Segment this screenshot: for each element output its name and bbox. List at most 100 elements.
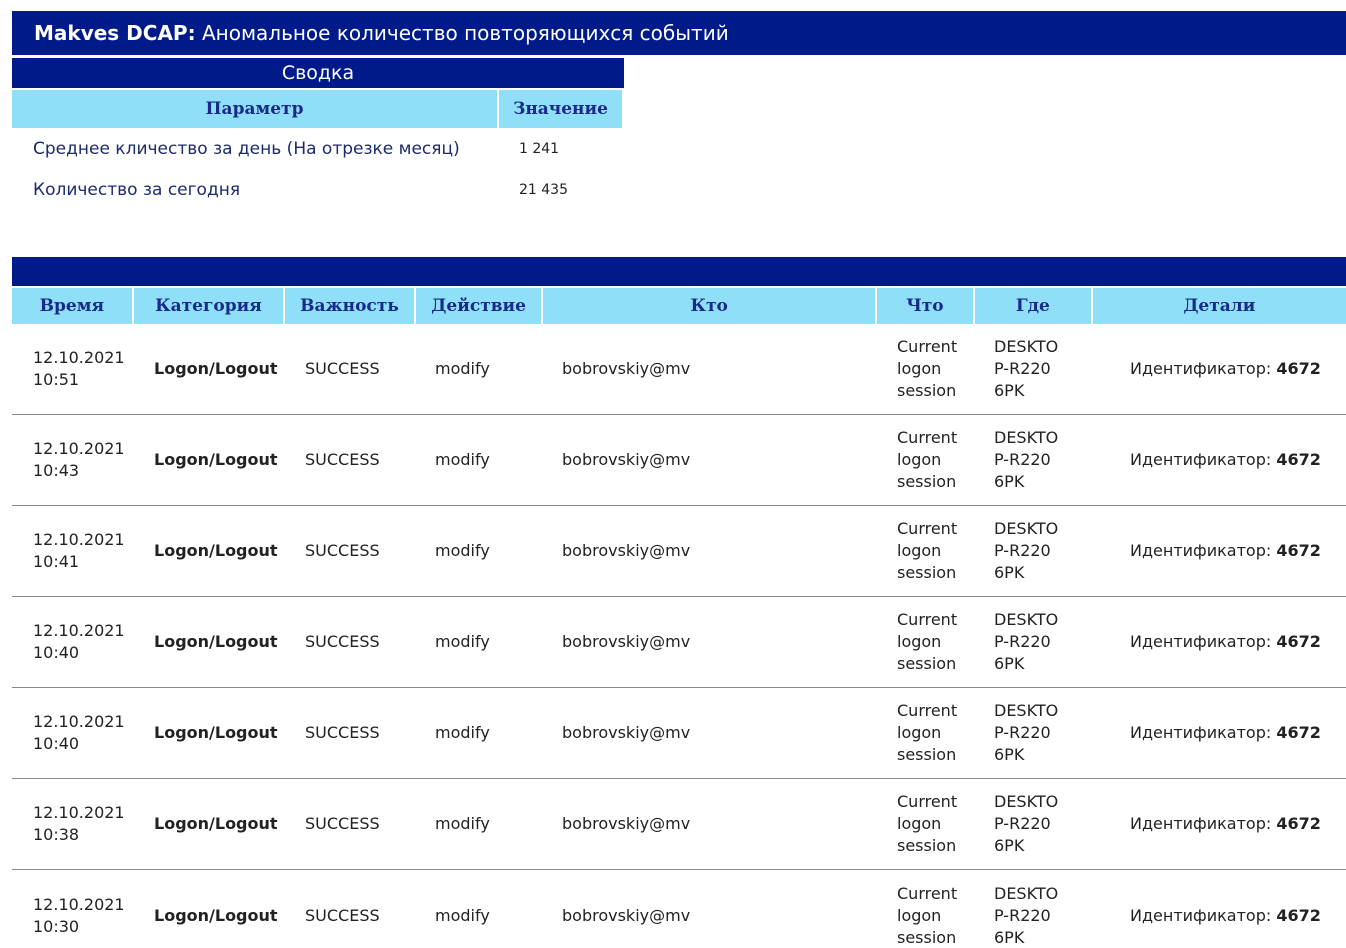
- cell-what: Current logon session: [897, 701, 958, 764]
- cell-severity: SUCCESS: [305, 632, 380, 651]
- cell-date-text: 12.10.2021: [33, 621, 125, 640]
- cell-time-text: 10:41: [33, 552, 80, 571]
- details-label: Идентификатор:: [1130, 632, 1277, 651]
- events-table-body: 12.10.2021 10:51 Logon/Logout SUCCESS modify…: [12, 324, 1346, 948]
- table-row: 12.10.2021 10:30 Logon/Logout SUCCESS modify…: [12, 870, 1346, 948]
- cell-severity: SUCCESS: [305, 541, 380, 560]
- events-caption-bar: [12, 257, 1346, 286]
- cell-date-text: 12.10.2021: [33, 894, 125, 914]
- cell-who: bobrovskiy@mv: [562, 450, 691, 469]
- report-title: Аномальное количество повторяющихся собы…: [195, 21, 729, 45]
- cell-who: bobrovskiy@mv: [562, 541, 691, 560]
- details-label: Идентификатор:: [1130, 450, 1277, 469]
- cell-time-text: 10:51: [33, 370, 80, 389]
- details-id: 4672: [1276, 723, 1321, 742]
- details-label: Идентификатор:: [1130, 905, 1277, 925]
- summary-row: Количество за сегодня 21 435: [12, 169, 624, 210]
- cell-date-text: 12.10.2021: [33, 530, 125, 549]
- cell-time: 12.10.2021 10:40: [12, 711, 133, 755]
- events-header-row: Время Категория Важность Действие Кто Чт…: [12, 288, 1346, 324]
- summary-header-param: Параметр: [12, 90, 497, 128]
- table-row: 12.10.2021 10:51 Logon/Logout SUCCESS modify…: [12, 324, 1346, 415]
- report-title-bar: Makves DCAP: Аномальное количество повто…: [12, 11, 1346, 55]
- cell-where: DESKTOP-R2206PK: [994, 883, 1059, 947]
- summary-value: 21 435: [519, 181, 568, 198]
- cell-category: Logon/Logout: [154, 723, 278, 742]
- details-id: 4672: [1276, 541, 1321, 560]
- col-header-what: Что: [876, 288, 973, 324]
- cell-details: Идентификатор: 4672: [1090, 540, 1346, 562]
- cell-category: Logon/Logout: [154, 632, 278, 651]
- summary-table: Сводка Параметр Значение Среднее кличест…: [12, 58, 624, 210]
- cell-date-text: 12.10.2021: [33, 348, 125, 367]
- cell-time-text: 10:30: [33, 916, 80, 936]
- details-label: Идентификатор:: [1130, 359, 1277, 378]
- summary-param: Среднее кличество за день (На отрезке ме…: [33, 138, 460, 159]
- cell-action: modify: [435, 814, 490, 833]
- cell-who: bobrovskiy@mv: [562, 723, 691, 742]
- cell-category: Logon/Logout: [154, 450, 278, 469]
- cell-action: modify: [435, 905, 490, 925]
- cell-what: Current logon session: [897, 610, 958, 673]
- cell-action: modify: [435, 723, 490, 742]
- col-header-who: Кто: [543, 288, 875, 324]
- table-row: 12.10.2021 10:43 Logon/Logout SUCCESS modify…: [12, 415, 1346, 506]
- brand-label: Makves DCAP:: [34, 21, 196, 45]
- cell-action: modify: [435, 541, 490, 560]
- cell-category: Logon/Logout: [154, 905, 278, 925]
- summary-row: Среднее кличество за день (На отрезке ме…: [12, 128, 624, 169]
- cell-what: Current logon session: [897, 792, 958, 855]
- cell-who: bobrovskiy@mv: [562, 359, 691, 378]
- cell-where: DESKTOP-R2206PK: [994, 337, 1059, 400]
- cell-severity: SUCCESS: [305, 814, 380, 833]
- cell-who: bobrovskiy@mv: [562, 905, 691, 925]
- cell-details: Идентификатор: 4672: [1090, 358, 1346, 380]
- summary-value: 1 241: [519, 140, 560, 157]
- cell-category: Logon/Logout: [154, 814, 278, 833]
- cell-time: 12.10.2021 10:43: [12, 438, 133, 482]
- cell-what: Current logon session: [897, 428, 958, 491]
- col-header-time: Время: [12, 288, 132, 324]
- details-label: Идентификатор:: [1130, 814, 1277, 833]
- table-row: 12.10.2021 10:40 Logon/Logout SUCCESS modify…: [12, 688, 1346, 779]
- details-id: 4672: [1276, 632, 1321, 651]
- cell-where: DESKTOP-R2206PK: [994, 519, 1059, 582]
- cell-time: 12.10.2021 10:40: [12, 620, 133, 664]
- cell-category: Logon/Logout: [154, 541, 278, 560]
- table-row: 12.10.2021 10:38 Logon/Logout SUCCESS modify…: [12, 779, 1346, 870]
- cell-time: 12.10.2021 10:51: [12, 347, 133, 391]
- cell-category: Logon/Logout: [154, 359, 278, 378]
- cell-details: Идентификатор: 4672: [1090, 449, 1346, 471]
- cell-severity: SUCCESS: [305, 723, 380, 742]
- summary-header-row: Параметр Значение: [12, 90, 624, 128]
- cell-date-text: 12.10.2021: [33, 712, 125, 731]
- cell-time-text: 10:40: [33, 734, 80, 753]
- cell-details: Идентификатор: 4672: [1090, 631, 1346, 653]
- cell-who: bobrovskiy@mv: [562, 632, 691, 651]
- cell-time-text: 10:40: [33, 643, 80, 662]
- details-label: Идентификатор:: [1130, 723, 1277, 742]
- col-header-severity: Важность: [285, 288, 414, 324]
- cell-time: 12.10.2021 10:41: [12, 529, 133, 573]
- cell-time: 12.10.2021 10:38: [12, 802, 133, 846]
- col-header-details: Детали: [1092, 288, 1346, 324]
- cell-time: 12.10.2021 10:30: [12, 894, 133, 938]
- cell-details: Идентификатор: 4672: [1090, 905, 1346, 927]
- cell-action: modify: [435, 359, 490, 378]
- cell-what: Current logon session: [897, 883, 958, 947]
- cell-action: modify: [435, 450, 490, 469]
- table-row: 12.10.2021 10:41 Logon/Logout SUCCESS modify…: [12, 506, 1346, 597]
- cell-where: DESKTOP-R2206PK: [994, 610, 1059, 673]
- summary-header-value: Значение: [499, 90, 622, 128]
- cell-action: modify: [435, 632, 490, 651]
- cell-time-text: 10:43: [33, 461, 80, 480]
- table-row: 12.10.2021 10:40 Logon/Logout SUCCESS modify…: [12, 597, 1346, 688]
- cell-time-text: 10:38: [33, 825, 80, 844]
- cell-details: Идентификатор: 4672: [1090, 813, 1346, 835]
- cell-where: DESKTOP-R2206PK: [994, 792, 1059, 855]
- cell-date-text: 12.10.2021: [33, 803, 125, 822]
- cell-what: Current logon session: [897, 337, 958, 400]
- col-header-where: Где: [974, 288, 1091, 324]
- cell-date-text: 12.10.2021: [33, 439, 125, 458]
- summary-caption: Сводка: [12, 58, 624, 88]
